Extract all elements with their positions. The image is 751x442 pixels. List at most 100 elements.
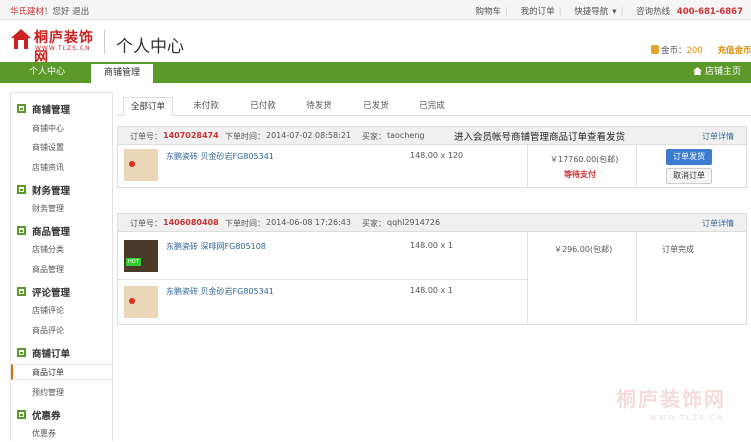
hotline-label: 咨询热线 (636, 7, 671, 17)
product-name[interactable]: 东鹏瓷砖 深啡网FG805108 (166, 241, 266, 252)
sidebar-item-product-management[interactable]: 商品管理 (11, 262, 112, 278)
shop-home-link[interactable]: 店铺主页 (693, 62, 741, 83)
tab-shipped[interactable]: 已发货 (351, 97, 401, 116)
order-card: 订单号： 1407028474 下单时间： 2014-07-02 08:58:2… (117, 126, 747, 188)
coins-label: 金币： (661, 46, 687, 56)
hotline-number: 400-681-6867 (676, 7, 743, 17)
sidebar-section-coupons[interactable]: 优惠券 (11, 405, 112, 423)
tab-paid[interactable]: 已付款 (238, 97, 288, 116)
sidebar-section-label: 财务管理 (32, 186, 71, 197)
sidebar-item-shop-settings[interactable]: 商铺设置 (11, 140, 112, 156)
section-square-icon (17, 410, 26, 419)
column-divider (527, 232, 528, 324)
sidebar-section-label: 商品管理 (32, 227, 71, 238)
recharge-link[interactable]: 充值金币 (717, 46, 751, 56)
order-number: 1407028474 (163, 131, 219, 140)
product-quantity: 148.00 x 120 (410, 151, 464, 160)
order-total: ￥17760.00(包邮) (550, 155, 619, 164)
item-divider (118, 279, 527, 280)
tab-unpaid[interactable]: 未付款 (181, 97, 231, 116)
main-nav: 个人中心 商铺管理 店铺主页 (0, 62, 751, 83)
shop-home-label: 店铺主页 (704, 67, 741, 77)
section-square-icon (17, 287, 26, 296)
buyer-name: taocheng (387, 131, 425, 140)
site-logo[interactable]: 桐庐装饰网 WWW.TLZS.CN (10, 26, 96, 66)
column-divider (527, 145, 528, 187)
order-detail-link[interactable]: 订单详情 (702, 131, 734, 142)
tab-shop-management[interactable]: 商铺管理 (91, 64, 153, 83)
header: 桐庐装饰网 WWW.TLZS.CN 个人中心 金币：200 充值金币 (0, 20, 751, 66)
tab-completed[interactable]: 已完成 (407, 97, 457, 116)
sidebar-item-finance[interactable]: 财务管理 (11, 201, 112, 217)
sidebar-section-label: 优惠券 (32, 411, 61, 422)
sidebar-item-shop-news[interactable]: 店铺资讯 (11, 160, 112, 176)
cancel-order-button[interactable]: 取消订单 (666, 168, 712, 184)
column-divider (636, 145, 637, 187)
sidebar-section-reviews[interactable]: 评论管理 (11, 282, 112, 300)
house-logo-icon (11, 29, 31, 49)
user-greeting: 华氏建材！您好 退出 (10, 5, 89, 17)
order-state: 订单完成 (662, 245, 694, 254)
section-square-icon (17, 348, 26, 357)
sidebar-item-product-orders[interactable]: 商品订单 (11, 364, 112, 380)
order-state: 等待支付 (564, 170, 596, 179)
sidebar-section-orders[interactable]: 商铺订单 (11, 343, 112, 361)
product-image[interactable] (124, 149, 158, 181)
tab-to-ship[interactable]: 待发货 (294, 97, 344, 116)
order-header: 订单号： 1407028474 下单时间： 2014-07-02 08:58:2… (118, 127, 746, 145)
product-name[interactable]: 东鹏瓷砖 贝金砂岩FG805341 (166, 151, 274, 162)
order-header: 订单号： 1406080408 下单时间： 2014-06-08 17:26:4… (118, 214, 746, 232)
order-total: ￥296.00(包邮) (554, 245, 613, 254)
sidebar-section-shop[interactable]: 商铺管理 (11, 99, 112, 117)
sidebar-item-coupons[interactable]: 优惠券 (11, 426, 112, 442)
buyer-label: 买家： (362, 219, 386, 228)
my-orders-link[interactable]: 我的订单 (521, 7, 555, 17)
order-tabs: 全部订单 未付款 已付款 待发货 已发货 已完成 (117, 92, 751, 116)
sidebar-section-finance[interactable]: 财务管理 (11, 180, 112, 198)
page-title: 个人中心 (116, 37, 184, 57)
tab-all-orders[interactable]: 全部订单 (123, 97, 173, 116)
coins-value: 200 (686, 46, 703, 56)
product-quantity: 148.00 x 1 (410, 286, 453, 295)
top-links: 购物车 | 我的订单 | 快捷导航 ▾ | 咨询热线 400-681-6867 (475, 7, 743, 17)
shipping-notice: 进入会员帐号商铺管理商品订单查看发货 (454, 132, 626, 143)
section-square-icon (17, 185, 26, 194)
sidebar-item-shop-center[interactable]: 商铺中心 (11, 121, 112, 137)
section-square-icon (17, 226, 26, 235)
greeting-text: ！您好 退出 (44, 7, 90, 17)
sidebar-item-shop-reviews[interactable]: 店铺评论 (11, 303, 112, 319)
tab-personal-center[interactable]: 个人中心 (12, 62, 82, 83)
column-divider (636, 232, 637, 324)
order-time-label: 下单时间： (225, 132, 265, 141)
buyer-name: qqhl2914726 (387, 218, 441, 227)
home-icon (693, 67, 702, 75)
sidebar-section-label: 商铺管理 (32, 105, 71, 116)
section-square-icon (17, 104, 26, 113)
ship-order-button[interactable]: 订单发货 (666, 149, 712, 165)
sidebar-section-label: 商铺订单 (32, 349, 71, 360)
coin-icon (651, 45, 659, 54)
order-time: 2014-06-08 17:26:43 (266, 218, 351, 227)
coins-info: 金币：200 充值金币 (651, 44, 751, 56)
sidebar-item-product-reviews[interactable]: 商品评论 (11, 323, 112, 339)
watermark-url: WWW.TLZS.CN (650, 414, 724, 422)
order-detail-link[interactable]: 订单详情 (702, 218, 734, 229)
sidebar: 商铺管理 商铺中心 商铺设置 店铺资讯 财务管理 财务管理 商品管理 店铺分类 … (10, 92, 113, 441)
order-time-label: 下单时间： (225, 219, 265, 228)
sidebar-section-products[interactable]: 商品管理 (11, 221, 112, 239)
top-bar: 华氏建材！您好 退出 购物车 | 我的订单 | 快捷导航 ▾ | 咨询热线 400-68… (0, 0, 751, 20)
username-link[interactable]: 华氏建材 (10, 7, 44, 17)
order-card: 订单号： 1406080408 下单时间： 2014-06-08 17:26:4… (117, 213, 747, 325)
watermark-logo: 桐庐装饰网 (616, 387, 726, 411)
chevron-down-icon: ▾ (612, 7, 617, 17)
sidebar-item-appointments[interactable]: 预约管理 (11, 385, 112, 401)
product-image[interactable] (124, 240, 158, 272)
product-name[interactable]: 东鹏瓷砖 贝金砂岩FG805341 (166, 286, 274, 297)
cart-link[interactable]: 购物车 (476, 7, 502, 17)
quick-nav-link[interactable]: 快捷导航 (574, 7, 608, 17)
sidebar-item-shop-category[interactable]: 店铺分类 (11, 242, 112, 258)
order-time: 2014-07-02 08:58:21 (266, 131, 351, 140)
order-number-label: 订单号： (130, 219, 162, 228)
order-number: 1406080408 (163, 218, 219, 227)
product-image[interactable] (124, 286, 158, 318)
